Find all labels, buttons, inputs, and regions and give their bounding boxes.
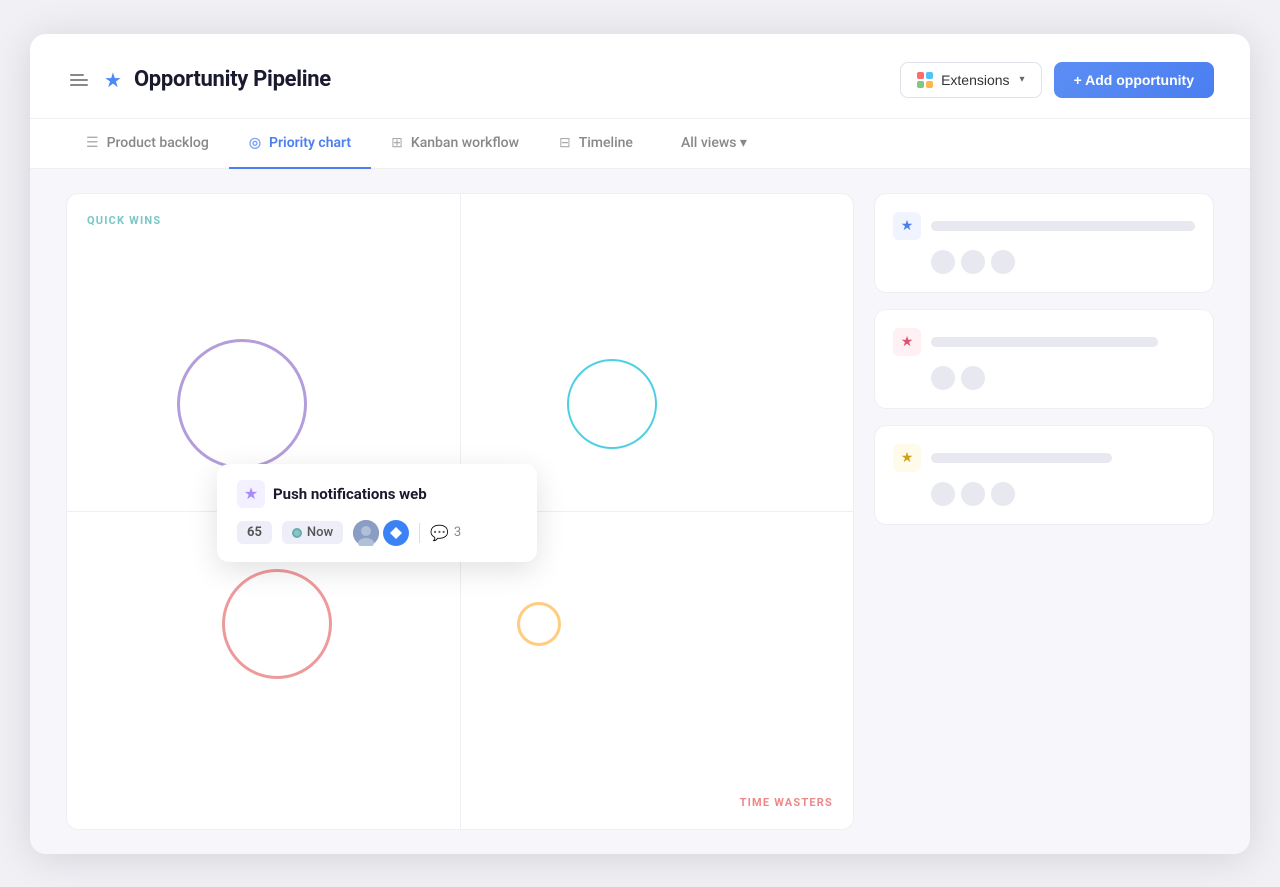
now-badge: Now bbox=[282, 521, 343, 544]
popup-title-row: ★ Push notifications web bbox=[237, 480, 517, 508]
quick-wins-label: QUICK WINS bbox=[87, 214, 161, 227]
time-wasters-label: TIME WASTERS bbox=[740, 796, 833, 809]
now-dot-icon bbox=[292, 528, 302, 538]
circle-pink-large[interactable] bbox=[222, 569, 332, 679]
circle-yellow-small[interactable] bbox=[517, 602, 561, 646]
card-1-dot-1 bbox=[931, 250, 955, 274]
avatars-group bbox=[353, 520, 409, 546]
card-1-row: ★ bbox=[893, 212, 1195, 240]
card-1-dot-3 bbox=[991, 250, 1015, 274]
card-2-star-icon: ★ bbox=[893, 328, 921, 356]
tab-product-backlog-label: Product backlog bbox=[107, 135, 209, 151]
tab-kanban-label: Kanban workflow bbox=[411, 135, 519, 151]
card-2-title-skeleton bbox=[931, 337, 1158, 347]
score-badge: 65 bbox=[237, 521, 272, 544]
card-1-dots bbox=[893, 250, 1195, 274]
now-label: Now bbox=[307, 525, 333, 540]
card-2-dots bbox=[893, 366, 1195, 390]
tab-kanban-workflow[interactable]: ⊞ Kanban workflow bbox=[371, 119, 539, 169]
popup-title: Push notifications web bbox=[273, 485, 427, 503]
card-3-title-skeleton bbox=[931, 453, 1112, 463]
card-3-row: ★ bbox=[893, 444, 1195, 472]
header-right: Extensions ▾ + Add opportunity bbox=[900, 62, 1214, 98]
app-window: ★ Opportunity Pipeline Extensions ▾ + Ad… bbox=[30, 34, 1250, 854]
product-backlog-icon: ☰ bbox=[86, 135, 99, 151]
circle-purple-large[interactable] bbox=[177, 339, 307, 469]
circle-cyan-medium[interactable] bbox=[567, 359, 657, 449]
kanban-icon: ⊞ bbox=[391, 135, 403, 151]
panel-card-1[interactable]: ★ bbox=[874, 193, 1214, 293]
popup-star-icon: ★ bbox=[237, 480, 265, 508]
ext-dot-2 bbox=[926, 72, 933, 79]
card-3-dots bbox=[893, 482, 1195, 506]
main-content: QUICK WINS TIME WASTERS ★ Push notificat… bbox=[30, 169, 1250, 854]
card-2-row: ★ bbox=[893, 328, 1195, 356]
extensions-label: Extensions bbox=[941, 72, 1009, 88]
card-3-dot-1 bbox=[931, 482, 955, 506]
add-opportunity-button[interactable]: + Add opportunity bbox=[1054, 62, 1214, 98]
card-1-star-icon: ★ bbox=[893, 212, 921, 240]
all-views-label: All views ▾ bbox=[681, 135, 747, 151]
ext-dot-4 bbox=[926, 81, 933, 88]
meta-separator bbox=[419, 523, 420, 543]
popup-meta: 65 Now bbox=[237, 520, 517, 546]
ext-dot-1 bbox=[917, 72, 924, 79]
comment-count: 3 bbox=[454, 525, 461, 540]
header: ★ Opportunity Pipeline Extensions ▾ + Ad… bbox=[30, 34, 1250, 119]
comment-icon: 💬 bbox=[430, 524, 449, 542]
tab-timeline[interactable]: ⊟ Timeline bbox=[539, 119, 653, 169]
card-1-title-skeleton bbox=[931, 221, 1195, 231]
card-2-dot-1 bbox=[931, 366, 955, 390]
card-3-dot-3 bbox=[991, 482, 1015, 506]
header-left: ★ Opportunity Pipeline bbox=[66, 67, 331, 92]
priority-chart-icon: ◎ bbox=[249, 135, 261, 151]
panel-card-2[interactable]: ★ bbox=[874, 309, 1214, 409]
page-title: Opportunity Pipeline bbox=[134, 67, 331, 92]
card-1-dot-2 bbox=[961, 250, 985, 274]
tab-priority-chart[interactable]: ◎ Priority chart bbox=[229, 119, 371, 169]
tabs-bar: ☰ Product backlog ◎ Priority chart ⊞ Kan… bbox=[30, 119, 1250, 169]
avatar-2 bbox=[383, 520, 409, 546]
tab-priority-chart-label: Priority chart bbox=[269, 135, 351, 151]
extensions-dots-icon bbox=[917, 72, 933, 88]
tab-product-backlog[interactable]: ☰ Product backlog bbox=[66, 119, 229, 169]
extensions-button[interactable]: Extensions ▾ bbox=[900, 62, 1042, 98]
right-panel: ★ ★ bbox=[874, 193, 1214, 830]
comments-badge: 💬 3 bbox=[430, 524, 461, 542]
card-2-dot-2 bbox=[961, 366, 985, 390]
card-3-dot-2 bbox=[961, 482, 985, 506]
panel-card-3[interactable]: ★ bbox=[874, 425, 1214, 525]
ext-dot-3 bbox=[917, 81, 924, 88]
avatar-1 bbox=[353, 520, 379, 546]
card-3-star-icon: ★ bbox=[893, 444, 921, 472]
tab-timeline-label: Timeline bbox=[579, 135, 633, 151]
star-icon: ★ bbox=[104, 68, 122, 92]
add-button-label: + Add opportunity bbox=[1074, 72, 1194, 88]
popup-card[interactable]: ★ Push notifications web 65 Now bbox=[217, 464, 537, 562]
chevron-down-icon: ▾ bbox=[1020, 74, 1025, 85]
tab-all-views[interactable]: All views ▾ bbox=[661, 119, 767, 169]
menu-icon[interactable] bbox=[66, 70, 92, 90]
priority-chart-area: QUICK WINS TIME WASTERS ★ Push notificat… bbox=[66, 193, 854, 830]
timeline-icon: ⊟ bbox=[559, 135, 571, 151]
